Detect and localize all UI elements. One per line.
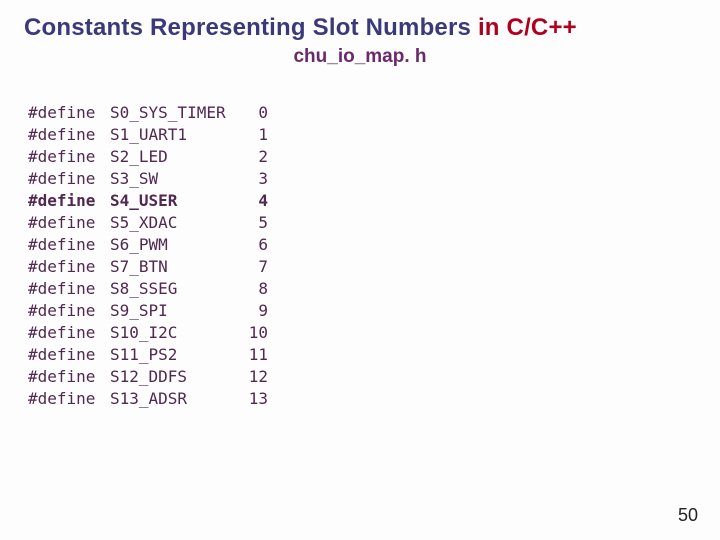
define-value: 3 xyxy=(240,168,268,190)
define-keyword: #define xyxy=(28,322,110,344)
page-number: 50 xyxy=(678,505,698,526)
define-name: S13_ADSR xyxy=(110,388,240,410)
code-row: #defineS9_SPI9 xyxy=(28,300,696,322)
define-keyword: #define xyxy=(28,278,110,300)
define-value: 10 xyxy=(240,322,268,344)
define-value: 11 xyxy=(240,344,268,366)
define-name: S2_LED xyxy=(110,146,240,168)
define-name: S8_SSEG xyxy=(110,278,240,300)
title-plain: Constants Representing Slot Numbers xyxy=(24,14,478,41)
code-block: #defineS0_SYS_TIMER0#defineS1_UART11#def… xyxy=(28,102,696,410)
code-row: #defineS6_PWM6 xyxy=(28,234,696,256)
code-row: #defineS10_I2C10 xyxy=(28,322,696,344)
define-keyword: #define xyxy=(28,146,110,168)
code-row: #defineS3_SW3 xyxy=(28,168,696,190)
define-name: S1_UART1 xyxy=(110,124,240,146)
define-keyword: #define xyxy=(28,168,110,190)
define-value: 5 xyxy=(240,212,268,234)
define-keyword: #define xyxy=(28,256,110,278)
define-name: S3_SW xyxy=(110,168,240,190)
define-value: 6 xyxy=(240,234,268,256)
define-name: S11_PS2 xyxy=(110,344,240,366)
define-keyword: #define xyxy=(28,300,110,322)
code-row: #defineS0_SYS_TIMER0 xyxy=(28,102,696,124)
define-keyword: #define xyxy=(28,388,110,410)
define-value: 2 xyxy=(240,146,268,168)
define-value: 13 xyxy=(240,388,268,410)
code-row: #defineS12_DDFS12 xyxy=(28,366,696,388)
define-value: 4 xyxy=(240,190,268,212)
slide: Constants Representing Slot Numbers in C… xyxy=(0,0,720,540)
define-keyword: #define xyxy=(28,212,110,234)
define-value: 12 xyxy=(240,366,268,388)
define-value: 0 xyxy=(240,102,268,124)
code-row: #defineS7_BTN7 xyxy=(28,256,696,278)
define-value: 8 xyxy=(240,278,268,300)
define-name: S0_SYS_TIMER xyxy=(110,102,240,124)
define-keyword: #define xyxy=(28,102,110,124)
title-accent: in C/C++ xyxy=(478,14,577,41)
subtitle-filename: chu_io_map. h xyxy=(24,46,696,68)
code-row: #defineS11_PS211 xyxy=(28,344,696,366)
code-row: #defineS8_SSEG8 xyxy=(28,278,696,300)
define-name: S4_USER xyxy=(110,190,240,212)
define-value: 7 xyxy=(240,256,268,278)
define-keyword: #define xyxy=(28,366,110,388)
define-keyword: #define xyxy=(28,344,110,366)
define-value: 9 xyxy=(240,300,268,322)
code-row: #defineS2_LED2 xyxy=(28,146,696,168)
code-row: #defineS1_UART11 xyxy=(28,124,696,146)
code-row: #defineS4_USER4 xyxy=(28,190,696,212)
code-row: #defineS13_ADSR13 xyxy=(28,388,696,410)
define-name: S9_SPI xyxy=(110,300,240,322)
define-name: S10_I2C xyxy=(110,322,240,344)
page-title: Constants Representing Slot Numbers in C… xyxy=(24,14,696,42)
define-name: S5_XDAC xyxy=(110,212,240,234)
define-name: S12_DDFS xyxy=(110,366,240,388)
define-name: S6_PWM xyxy=(110,234,240,256)
code-row: #defineS5_XDAC5 xyxy=(28,212,696,234)
define-name: S7_BTN xyxy=(110,256,240,278)
define-keyword: #define xyxy=(28,124,110,146)
define-keyword: #define xyxy=(28,234,110,256)
define-value: 1 xyxy=(240,124,268,146)
define-keyword: #define xyxy=(28,190,110,212)
